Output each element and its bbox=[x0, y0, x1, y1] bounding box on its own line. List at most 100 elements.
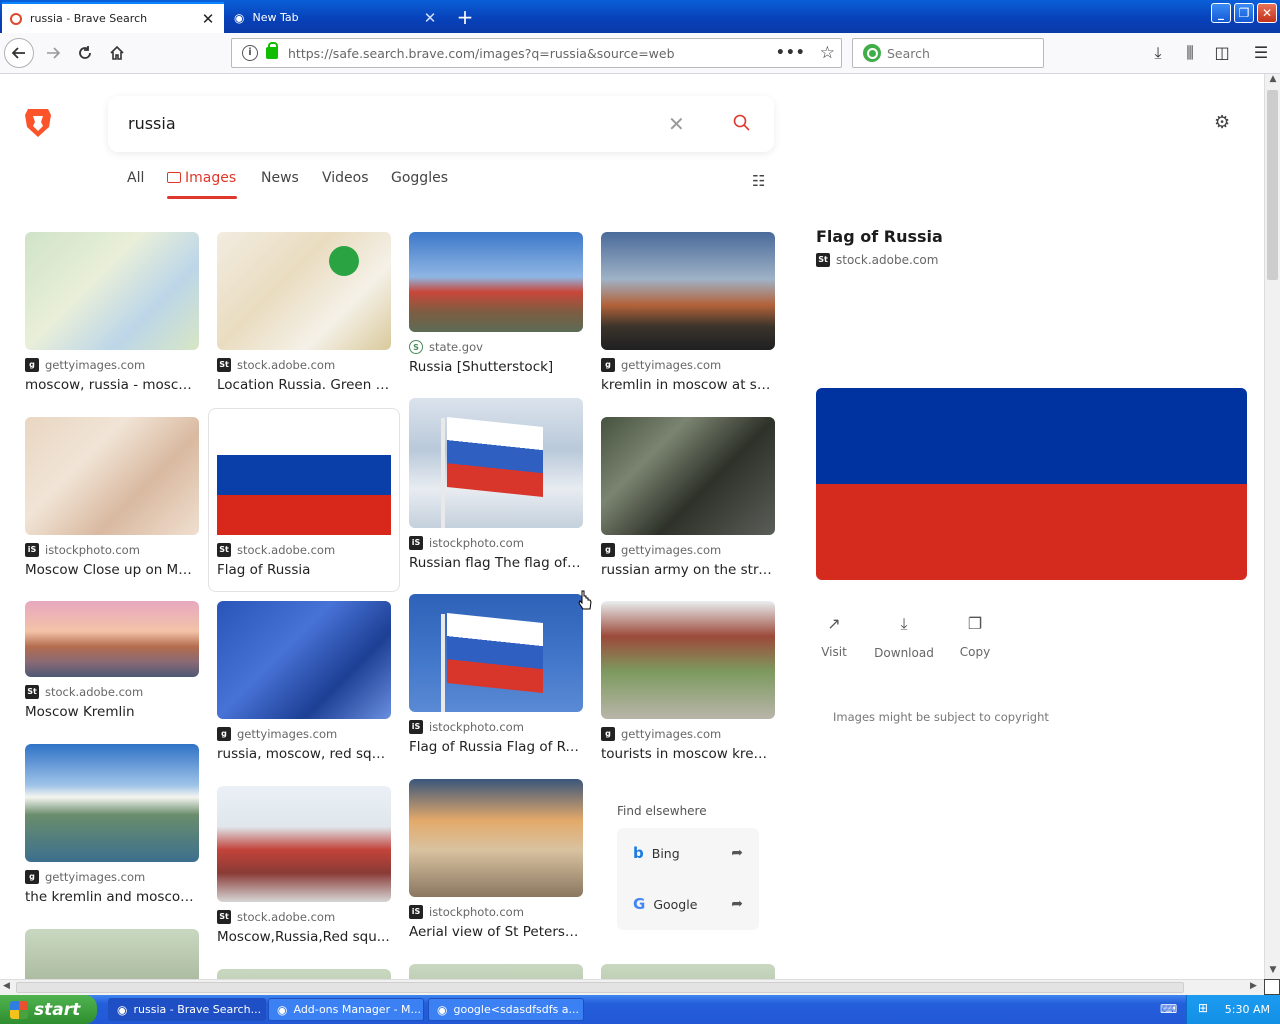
image-result-card[interactable]: St stock.adobe.com Location Russia. Green … bbox=[217, 232, 391, 393]
image-result-card[interactable]: g gettyimages.com the kremlin and moscow..… bbox=[25, 744, 199, 905]
tab-all[interactable]: All bbox=[127, 170, 144, 186]
page-vertical-scrollbar[interactable]: ▲ ▼ bbox=[1264, 74, 1280, 979]
result-source[interactable]: g gettyimages.com bbox=[25, 870, 199, 884]
find-on-google-link[interactable]: G Google ➦ bbox=[617, 879, 759, 929]
result-caption[interactable]: kremlin in moscow at su... bbox=[601, 377, 775, 393]
find-on-bing-link[interactable]: b Bing ➦ bbox=[617, 828, 759, 878]
result-source[interactable]: g gettyimages.com bbox=[25, 358, 199, 372]
tab-news[interactable]: News bbox=[261, 170, 299, 186]
result-source[interactable]: St stock.adobe.com bbox=[217, 543, 391, 557]
minimize-button[interactable]: _ bbox=[1211, 3, 1231, 23]
result-thumbnail[interactable] bbox=[25, 929, 199, 979]
keyboard-icon[interactable]: ⌨ bbox=[1160, 1002, 1177, 1016]
image-result-card[interactable]: g gettyimages.com kremlin in moscow at su.… bbox=[601, 232, 775, 393]
clock[interactable]: 5:30 AM bbox=[1225, 1003, 1270, 1016]
download-icon[interactable]: ⤓ bbox=[1146, 41, 1170, 65]
page-actions-icon[interactable]: ••• bbox=[776, 45, 806, 61]
image-result-card[interactable]: g gettyimages.com moscow, russia - mosco..… bbox=[25, 232, 199, 393]
result-thumbnail[interactable] bbox=[217, 969, 391, 979]
back-button[interactable] bbox=[4, 38, 34, 68]
scroll-left-icon[interactable]: ◀ bbox=[3, 981, 10, 991]
image-result-card[interactable]: iS istockphoto.com Flag of Russia Flag of … bbox=[409, 594, 583, 755]
result-caption[interactable]: moscow, russia - mosco... bbox=[25, 377, 199, 393]
menu-icon[interactable]: ☰ bbox=[1249, 41, 1273, 65]
image-result-card[interactable]: St stock.adobe.com Moscow Kremlin bbox=[25, 601, 199, 720]
result-caption[interactable]: Location Russia. Green p... bbox=[217, 377, 391, 393]
scroll-right-icon[interactable]: ▶ bbox=[1250, 981, 1257, 991]
image-result-card[interactable]: St stock.adobe.com Flag of Russia bbox=[217, 417, 391, 578]
image-result-card[interactable]: iS istockphoto.com Aerial view of St Peter… bbox=[409, 779, 583, 940]
result-thumbnail[interactable] bbox=[25, 744, 199, 862]
scroll-up-icon[interactable]: ▲ bbox=[1265, 74, 1280, 88]
vertical-scroll-thumb[interactable] bbox=[1267, 90, 1278, 280]
result-caption[interactable]: Moscow Kremlin bbox=[25, 704, 199, 720]
image-result-card[interactable]: iS istockphoto.com Russian flag The flag o… bbox=[409, 398, 583, 571]
info-icon[interactable]: i bbox=[242, 45, 258, 61]
new-tab-button[interactable]: + bbox=[452, 4, 478, 30]
download-button[interactable]: ⤓ Download bbox=[872, 614, 936, 660]
sidebar-icon[interactable]: ◫ bbox=[1210, 41, 1234, 65]
close-window-button[interactable]: ✕ bbox=[1257, 3, 1277, 23]
search-engine-icon[interactable] bbox=[863, 44, 881, 62]
result-thumbnail[interactable] bbox=[409, 594, 583, 712]
result-source[interactable]: iS istockphoto.com bbox=[409, 720, 583, 734]
preview-source[interactable]: St stock.adobe.com bbox=[816, 253, 938, 267]
result-thumbnail[interactable] bbox=[217, 786, 391, 902]
url-bar[interactable]: i https://safe.search.brave.com/images?q… bbox=[231, 38, 842, 68]
result-source[interactable]: iS istockphoto.com bbox=[25, 543, 199, 557]
taskbar-item-addons-manager[interactable]: ◉ Add-ons Manager - M... bbox=[268, 998, 424, 1021]
brave-lion-logo-icon[interactable] bbox=[24, 106, 52, 138]
image-result-card[interactable]: St stock.adobe.com Moscow,Russia,Red squ..… bbox=[217, 786, 391, 945]
result-source[interactable]: iS istockphoto.com bbox=[409, 536, 583, 550]
bookmark-star-icon[interactable]: ☆ bbox=[820, 43, 835, 63]
result-source[interactable]: Sstate.gov bbox=[409, 340, 583, 354]
tab-goggles[interactable]: Goggles bbox=[391, 170, 448, 186]
result-source[interactable]: St stock.adobe.com bbox=[217, 910, 391, 924]
result-caption[interactable]: Russia [Shutterstock] bbox=[409, 359, 583, 375]
result-caption[interactable]: the kremlin and moscow... bbox=[25, 889, 199, 905]
forward-button[interactable] bbox=[38, 38, 68, 68]
result-thumbnail[interactable] bbox=[409, 779, 583, 897]
result-caption[interactable]: russian army on the stre... bbox=[601, 562, 775, 578]
result-caption[interactable]: russia, moscow, red squ... bbox=[217, 746, 391, 762]
maximize-button[interactable]: ❐ bbox=[1234, 3, 1254, 23]
network-icon[interactable]: ⊞ bbox=[1198, 1001, 1208, 1015]
library-icon[interactable]: ⫼ bbox=[1178, 41, 1202, 65]
search-input[interactable]: russia bbox=[128, 114, 176, 133]
visit-button[interactable]: ↗ Visit bbox=[818, 614, 850, 659]
result-source[interactable]: g gettyimages.com bbox=[601, 727, 775, 741]
tab-new-tab[interactable]: ◉ New Tab ✕ bbox=[226, 2, 446, 33]
result-caption[interactable]: Flag of Russia bbox=[217, 562, 391, 578]
preview-source-domain[interactable]: stock.adobe.com bbox=[836, 253, 938, 267]
taskbar-item-brave-search[interactable]: ◉ russia - Brave Search... bbox=[108, 998, 266, 1021]
result-thumbnail[interactable] bbox=[217, 601, 391, 719]
result-source[interactable]: iS istockphoto.com bbox=[409, 905, 583, 919]
taskbar-item-google[interactable]: ◉ google<sdasdfsdfs a... bbox=[428, 998, 584, 1021]
image-result-card[interactable]: iS istockphoto.com Moscow Close up on Mo..… bbox=[25, 417, 199, 578]
scroll-down-icon[interactable]: ▼ bbox=[1265, 965, 1280, 979]
result-thumbnail[interactable] bbox=[601, 232, 775, 350]
result-thumbnail[interactable] bbox=[601, 601, 775, 719]
search-box[interactable]: russia ✕ bbox=[108, 96, 774, 152]
result-thumbnail[interactable] bbox=[409, 398, 583, 528]
result-thumbnail[interactable] bbox=[601, 417, 775, 535]
start-button[interactable]: start bbox=[0, 995, 97, 1024]
url-text[interactable]: https://safe.search.brave.com/images?q=r… bbox=[288, 46, 776, 61]
image-result-card[interactable]: g gettyimages.com tourists in moscow kreml… bbox=[601, 601, 775, 762]
result-thumbnail[interactable] bbox=[409, 232, 583, 332]
result-thumbnail[interactable] bbox=[217, 232, 391, 350]
preview-image-flag-of-russia[interactable] bbox=[816, 388, 1247, 580]
gear-icon[interactable]: ⚙ bbox=[1214, 112, 1230, 133]
result-thumbnail[interactable] bbox=[25, 232, 199, 350]
copy-button[interactable]: ❐ Copy bbox=[955, 614, 995, 659]
tab-russia-brave-search[interactable]: russia - Brave Search ✕ bbox=[2, 2, 224, 33]
result-source[interactable]: g gettyimages.com bbox=[601, 543, 775, 557]
image-result-card[interactable]: Sstate.gov Russia [Shutterstock] bbox=[409, 232, 583, 375]
page-horizontal-scrollbar[interactable]: ◀ ▶ bbox=[0, 979, 1264, 995]
image-result-card[interactable]: g gettyimages.com russian army on the stre… bbox=[601, 417, 775, 578]
result-source[interactable]: St stock.adobe.com bbox=[25, 685, 199, 699]
browser-search-bar[interactable]: Search bbox=[852, 38, 1044, 68]
clear-icon[interactable]: ✕ bbox=[668, 112, 685, 136]
horizontal-scroll-thumb[interactable] bbox=[16, 982, 1184, 993]
image-result-card[interactable]: g gettyimages.com russia, moscow, red squ.… bbox=[217, 601, 391, 762]
